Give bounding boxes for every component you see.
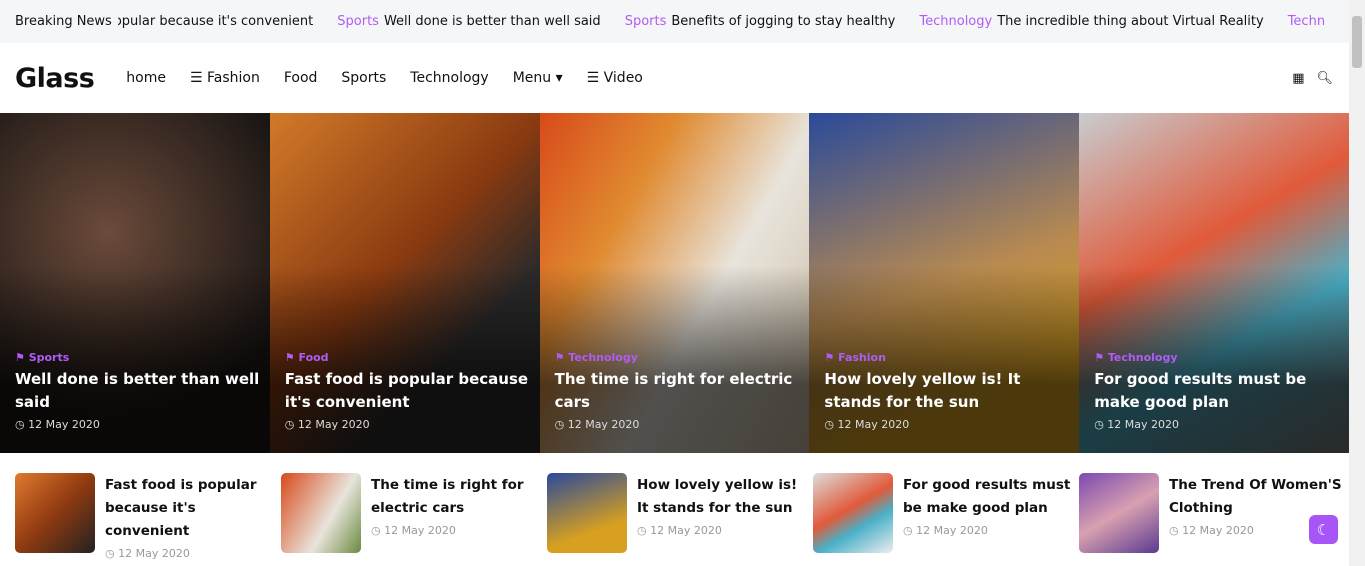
clock-icon: ◷ (1169, 524, 1183, 537)
list-title[interactable]: For good results must be make good plan (903, 474, 1079, 520)
hero-date: 12 May 2020 (567, 418, 640, 431)
list-date: 12 May 2020 (384, 524, 456, 537)
ticker-category[interactable]: Techn (1288, 14, 1325, 29)
bookmark-icon: ⚑ (554, 351, 569, 364)
list-item[interactable]: How lovely yellow is! It stands for the … (547, 473, 813, 560)
ticker-item[interactable]: Sports Well done is better than well said (337, 14, 600, 29)
hero-category[interactable]: Technology (568, 351, 638, 364)
ticker-category[interactable]: Sports (337, 14, 379, 29)
post-list: Fast food is popular because it's conven… (15, 473, 1345, 560)
nav-item[interactable]: Food (284, 70, 318, 86)
list-date: 12 May 2020 (916, 524, 988, 537)
hero-grid: ⚑ Sports Well done is better than well sa… (0, 113, 1349, 453)
list-item[interactable]: The Trend Of Women'S Clothing ◷ 12 May 20… (1079, 473, 1345, 560)
hero-category[interactable]: Sports (29, 351, 70, 364)
ticker-category[interactable]: Technology (919, 14, 992, 29)
site-header: Glass home ☰ Fashion Food Sports Technology M… (0, 43, 1349, 113)
post-thumbnail[interactable] (1079, 473, 1159, 553)
ticker-item[interactable]: opular because it's convenient (114, 14, 313, 29)
list-title[interactable]: How lovely yellow is! It stands for the … (637, 474, 813, 520)
hero-title[interactable]: The time is right for electric cars (555, 368, 800, 414)
hero-title[interactable]: For good results must be make good plan (1094, 368, 1339, 414)
clock-icon: ◷ (637, 524, 651, 537)
list-title[interactable]: The time is right for electric cars (371, 474, 547, 520)
dark-mode-toggle[interactable]: ☾ (1309, 515, 1338, 544)
nav-item[interactable]: home (126, 70, 166, 86)
post-thumbnail[interactable] (281, 473, 361, 553)
post-thumbnail[interactable] (813, 473, 893, 553)
hero-card[interactable]: ⚑ Sports Well done is better than well sa… (0, 113, 270, 453)
ticker-title[interactable]: opular because it's convenient (114, 14, 313, 29)
nav-item[interactable]: Menu ▾ (513, 70, 563, 86)
ticker-item[interactable]: Technology The incredible thing about Vir… (919, 14, 1263, 29)
hero-category[interactable]: Technology (1108, 351, 1178, 364)
clock-icon: ◷ (1094, 418, 1108, 431)
nav-item[interactable]: ☰ Video (587, 70, 643, 86)
ticker-title[interactable]: Well done is better than well said (384, 14, 601, 29)
clock-icon: ◷ (284, 418, 298, 431)
bookmark-icon: ⚑ (1094, 351, 1108, 364)
hero-title[interactable]: Well done is better than well said (15, 368, 260, 414)
hero-category[interactable]: Food (299, 351, 329, 364)
bookmark-icon: ⚑ (824, 351, 839, 364)
post-thumbnail[interactable] (15, 473, 95, 553)
nav-item[interactable]: Sports (341, 70, 386, 86)
grid-icon[interactable]: ▦ (1292, 71, 1304, 86)
logo[interactable]: Glass (15, 63, 95, 94)
list-item[interactable]: Fast food is popular because it's conven… (15, 473, 281, 560)
list-date: 12 May 2020 (650, 524, 722, 537)
search-icon[interactable]: 🔍︎ (1316, 71, 1333, 86)
ticker-title[interactable]: Benefits of jogging to stay healthy (671, 14, 895, 29)
nav-item[interactable]: Technology (410, 70, 488, 86)
clock-icon: ◷ (903, 524, 917, 537)
hero-title[interactable]: Fast food is popular because it's conven… (285, 368, 530, 414)
bookmark-icon: ⚑ (15, 351, 29, 364)
hero-card[interactable]: ⚑ Food Fast food is popular because it's … (269, 113, 540, 453)
main-nav: home ☰ Fashion Food Sports Technology Menu ▾ ☰… (126, 70, 643, 86)
hero-card[interactable]: ⚑ Technology The time is right for electr… (539, 113, 810, 453)
clock-icon: ◷ (824, 418, 838, 431)
list-title[interactable]: The Trend Of Women'S Clothing (1169, 474, 1345, 520)
list-item[interactable]: For good results must be make good plan ◷… (813, 473, 1079, 560)
hero-date: 12 May 2020 (28, 418, 100, 431)
hero-date: 12 May 2020 (1107, 418, 1180, 431)
bookmark-icon: ⚑ (284, 351, 299, 364)
breaking-news-ticker: Breaking News opular because it's conven… (0, 0, 1349, 43)
breaking-news-label: Breaking News (0, 14, 118, 29)
hero-card[interactable]: ⚑ Technology For good results must be mak… (1079, 113, 1349, 453)
ticker-title[interactable]: The incredible thing about Virtual Reali… (997, 14, 1263, 29)
clock-icon: ◷ (105, 547, 119, 560)
list-title[interactable]: Fast food is popular because it's conven… (105, 474, 281, 543)
list-date: 12 May 2020 (1182, 524, 1254, 537)
hero-card[interactable]: ⚑ Fashion How lovely yellow is! It stands… (809, 113, 1080, 453)
moon-icon: ☾ (1316, 520, 1331, 539)
hero-category[interactable]: Fashion (838, 351, 886, 364)
list-item[interactable]: The time is right for electric cars ◷ 12 … (281, 473, 547, 560)
clock-icon: ◷ (554, 418, 568, 431)
list-date: 12 May 2020 (118, 547, 190, 560)
nav-item[interactable]: ☰ Fashion (190, 70, 260, 86)
clock-icon: ◷ (15, 418, 29, 431)
hero-title[interactable]: How lovely yellow is! It stands for the … (824, 368, 1069, 414)
post-thumbnail[interactable] (547, 473, 627, 553)
ticker-item[interactable]: Sports Benefits of jogging to stay health… (625, 14, 896, 29)
ticker-category[interactable]: Sports (625, 14, 667, 29)
clock-icon: ◷ (371, 524, 385, 537)
scrollbar[interactable] (1349, 0, 1365, 566)
ticker-item[interactable]: Techn (1288, 14, 1330, 29)
hero-date: 12 May 2020 (297, 418, 370, 431)
hero-date: 12 May 2020 (837, 418, 910, 431)
